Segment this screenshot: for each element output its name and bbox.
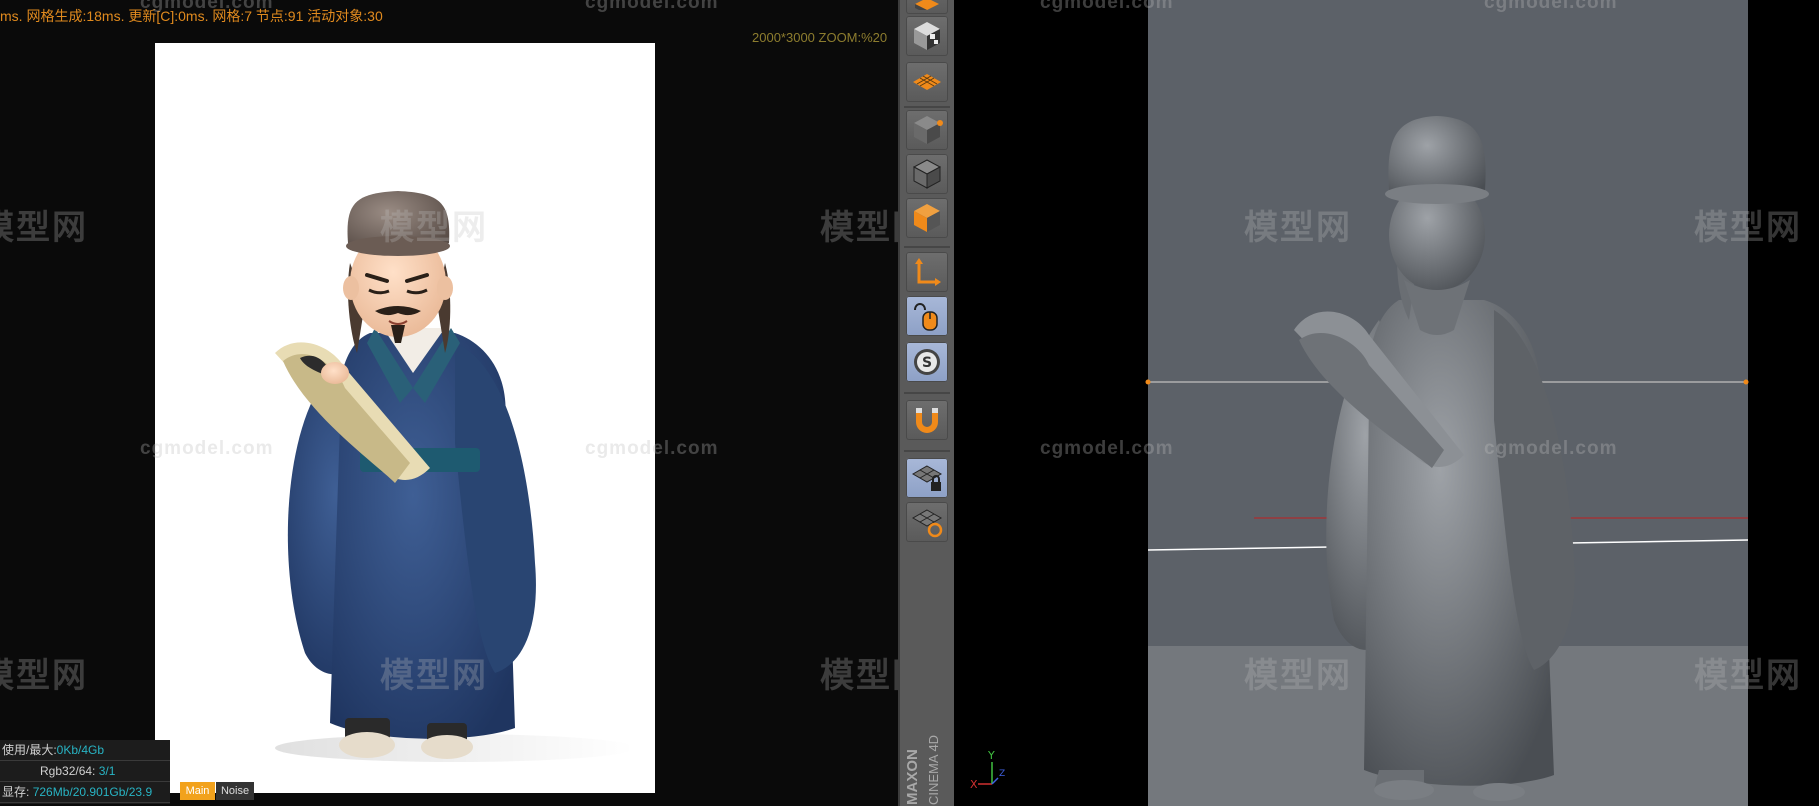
refresh-grid-icon [911, 509, 943, 538]
render-view-panel: ms. 网格生成:18ms. 更新[C]:0ms. 网格:7 节点:91 活动对… [0, 0, 898, 806]
maxon-brand-text: MAXON [904, 749, 921, 805]
grid-plane-icon [913, 74, 941, 90]
tool-workplane-lock[interactable] [906, 458, 948, 498]
memory-usage-value: 0Kb/4Gb [56, 743, 105, 757]
3d-viewport[interactable]: X Y Z 模型网 模型网 模型网 模型网 cgmodel.com cgmode… [954, 0, 1819, 806]
tool-polygons-mode[interactable] [906, 198, 948, 238]
watermark-text: 模型网 [0, 657, 88, 695]
axis-y-label: Y [987, 749, 995, 762]
tool-cube-top[interactable] [906, 0, 948, 14]
tool-snap[interactable]: S [906, 342, 948, 382]
cinema4d-brand-text: CINEMA 4D [926, 734, 941, 805]
tool-axis-mode[interactable] [906, 252, 948, 292]
tool-checker-cube[interactable] [906, 16, 948, 56]
tool-points-mode[interactable] [906, 110, 948, 150]
lock-grid-icon [911, 465, 943, 491]
watermark-url: cgmodel.com [585, 0, 719, 13]
axis-z-label: Z [999, 769, 1005, 779]
axis-icon [915, 258, 941, 286]
axis-x-label: X [970, 778, 978, 791]
mouse-icon [914, 303, 938, 331]
cinema4d-logo: MAXON CINEMA 4D [900, 715, 952, 805]
rgb-depth-value: 3/1 [98, 764, 116, 778]
tool-magnet[interactable] [906, 400, 948, 440]
viewport-scene [1145, 116, 1749, 801]
tab-noise[interactable]: Noise [216, 782, 254, 800]
cube-top-icon [915, 0, 939, 10]
c4d-vertical-toolbar: S [898, 0, 958, 806]
rendered-image [155, 43, 655, 793]
cube-points-icon [914, 116, 943, 144]
watermark-text: 模型网 [0, 209, 88, 247]
tool-grid-plane[interactable] [906, 62, 948, 102]
render-stats-text: ms. 网格生成:18ms. 更新[C]:0ms. 网格:7 节点:91 活动对… [0, 8, 383, 24]
rendered-character-illustration [275, 191, 635, 762]
checker-cube-icon [914, 22, 940, 50]
magnet-icon [916, 408, 938, 433]
cube-polygons-icon [914, 204, 940, 232]
watermark-text: 模型网 [820, 209, 898, 247]
cube-edges-icon [912, 159, 942, 189]
memory-usage-label: 使用/最大: [2, 743, 57, 757]
svg-text:S: S [922, 355, 932, 371]
axis-gizmo: X Y Z [970, 749, 1005, 791]
resolution-zoom-label: 2000*3000 ZOOM:%20 [752, 30, 888, 45]
tool-edges-mode[interactable] [906, 154, 948, 194]
tool-tweak-mode[interactable] [906, 296, 948, 336]
rgb-depth-label: Rgb32/64: [40, 764, 96, 778]
memory-info-box: 使用/最大:0Kb/4Gb Rgb32/64: 3/1 显存: 726Mb/20… [0, 740, 170, 804]
tab-main[interactable]: Main [180, 782, 215, 800]
watermark-text: 模型网 [820, 657, 898, 695]
tool-workplane-align[interactable] [906, 502, 948, 542]
snap-s-icon: S [914, 349, 940, 375]
vram-value: 726Mb/20.901Gb/23.9 [32, 785, 153, 799]
vram-label: 显存: [2, 785, 30, 799]
